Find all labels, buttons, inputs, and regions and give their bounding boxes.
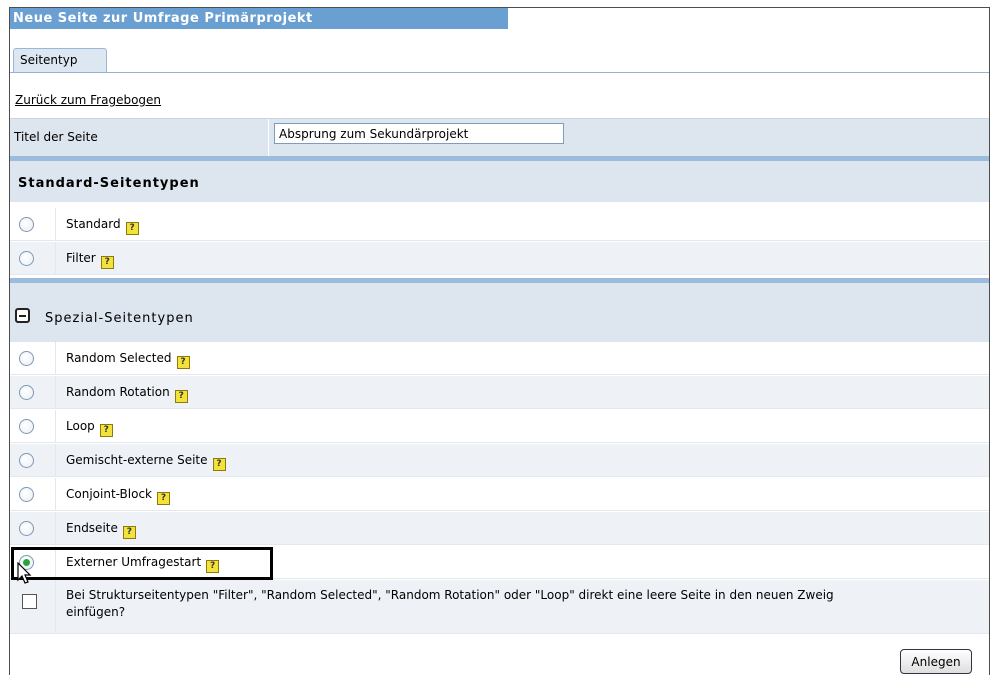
option-label-loop: Loop? [66, 419, 113, 437]
radio-standard[interactable] [19, 217, 34, 232]
page-title-input[interactable] [274, 123, 564, 144]
help-icon[interactable]: ? [174, 390, 188, 403]
option-label-standard: Standard? [66, 217, 139, 235]
help-icon[interactable]: ? [176, 356, 190, 369]
window-title: Neue Seite zur Umfrage Primärprojekt [10, 8, 508, 29]
create-button[interactable]: Anlegen [900, 649, 972, 674]
option-label-conjoint-block: Conjoint-Block? [66, 487, 171, 505]
help-icon[interactable]: ? [157, 492, 171, 505]
option-label-filter: Filter? [66, 251, 114, 269]
radio-filter[interactable] [19, 251, 34, 266]
column-divider [268, 119, 269, 158]
standard-section-header: Standard-Seitentypen [10, 156, 989, 202]
insert-empty-page-checkbox[interactable] [22, 594, 37, 609]
option-row-random-selected[interactable]: Random Selected? [10, 342, 989, 375]
radio-loop[interactable] [19, 419, 34, 434]
help-icon[interactable]: ? [212, 458, 226, 471]
insert-empty-page-row[interactable]: Bei Strukturseitentypen "Filter", "Rando… [10, 580, 989, 634]
radio-endseite[interactable] [19, 521, 34, 536]
option-row-gemischt-externe[interactable]: Gemischt-externe Seite? [10, 444, 989, 477]
back-to-questionnaire-link[interactable]: Zurück zum Fragebogen [15, 93, 161, 107]
help-icon[interactable]: ? [100, 256, 114, 269]
option-label-endseite: Endseite? [66, 521, 136, 539]
special-section-header: Spezial-Seitentypen [10, 278, 989, 342]
option-label-random-rotation: Random Rotation? [66, 385, 188, 403]
option-row-conjoint-block[interactable]: Conjoint-Block? [10, 478, 989, 511]
option-label-gemischt-externe: Gemischt-externe Seite? [66, 453, 226, 471]
collapse-minus-icon[interactable] [15, 308, 30, 323]
option-row-externer-umfragestart[interactable]: Externer Umfragestart? [10, 546, 989, 579]
option-row-random-rotation[interactable]: Random Rotation? [10, 376, 989, 409]
radio-random-selected[interactable] [19, 351, 34, 366]
option-label-random-selected: Random Selected? [66, 351, 190, 369]
radio-gemischt-externe[interactable] [19, 453, 34, 468]
special-section-heading: Spezial-Seitentypen [45, 311, 194, 326]
page-title-label: Titel der Seite [14, 130, 98, 144]
option-row-standard[interactable]: Standard? [10, 208, 989, 241]
help-icon[interactable]: ? [125, 222, 139, 235]
help-icon[interactable]: ? [206, 560, 220, 573]
option-row-filter[interactable]: Filter? [10, 242, 989, 275]
radio-conjoint-block[interactable] [19, 487, 34, 502]
option-row-endseite[interactable]: Endseite? [10, 512, 989, 545]
page-title-row: Titel der Seite [10, 118, 989, 159]
mouse-pointer-icon [17, 562, 32, 584]
radio-random-rotation[interactable] [19, 385, 34, 400]
option-row-loop[interactable]: Loop? [10, 410, 989, 443]
standard-section-heading: Standard-Seitentypen [18, 176, 200, 191]
tab-seitentyp[interactable]: Seitentyp [13, 48, 107, 72]
help-icon[interactable]: ? [99, 424, 113, 437]
insert-empty-page-label: Bei Strukturseitentypen "Filter", "Rando… [66, 588, 834, 619]
option-label-externer-umfragestart: Externer Umfragestart? [66, 555, 220, 573]
help-icon[interactable]: ? [122, 526, 136, 539]
dialog-frame: Neue Seite zur Umfrage Primärprojekt Sei… [9, 7, 990, 675]
tab-bar: Seitentyp [10, 38, 989, 73]
